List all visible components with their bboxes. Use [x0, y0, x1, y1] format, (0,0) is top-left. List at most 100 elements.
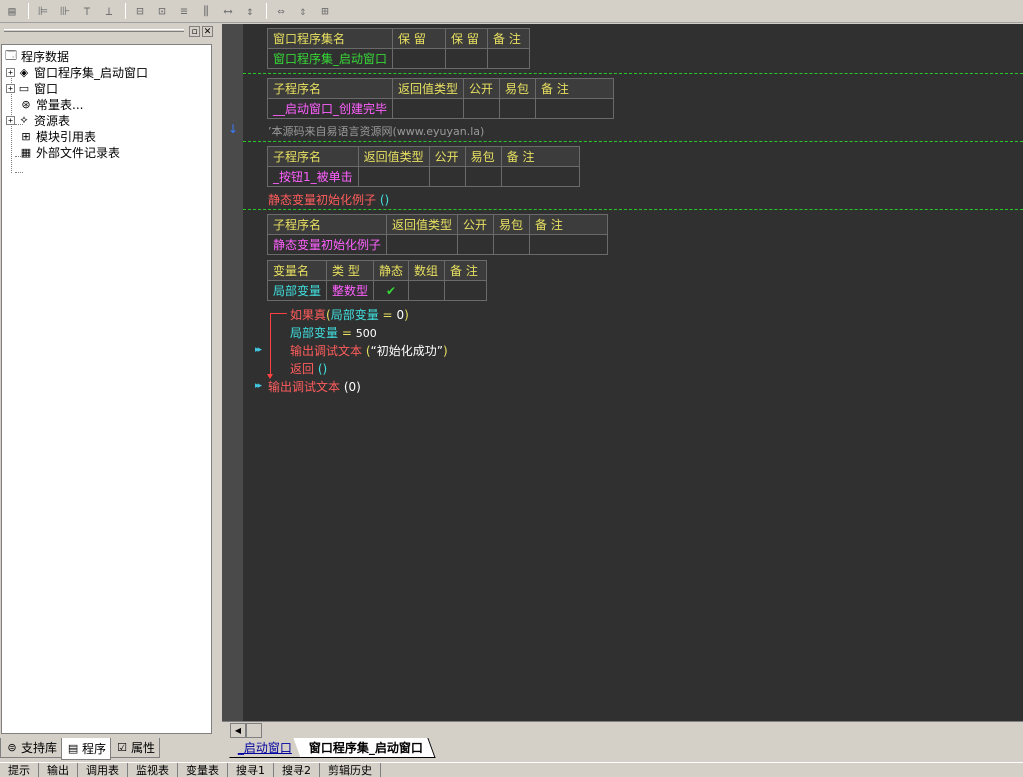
fit-width-icon[interactable]: ⇔	[271, 2, 291, 20]
tab-clip-history[interactable]: 剪辑历史	[320, 763, 381, 777]
center-vertical-icon[interactable]: ⊡	[152, 2, 172, 20]
table-header: 返回值类型	[386, 214, 459, 235]
toolbar: ▤ ⊫ ⊪ ⊤ ⊥ ⊟ ⊡ ≡ ⫼ ⟷ ↕ ⇔ ⇕ ⊞	[0, 0, 1023, 23]
tab-watch-table[interactable]: 监视表	[128, 763, 178, 777]
debug-func-name: 输出调试文本	[268, 380, 341, 394]
table-cell[interactable]	[457, 234, 495, 255]
program-icon: ▤	[67, 742, 79, 755]
fit-both-icon[interactable]: ⊞	[315, 2, 335, 20]
var-name-cell[interactable]: 局部变量	[266, 280, 328, 301]
horizontal-scrollbar[interactable]: ◀	[222, 721, 1023, 738]
align-right-icon[interactable]: ⊪	[55, 2, 75, 20]
tab-variable-table[interactable]: 变量表	[178, 763, 228, 777]
tab-window-assembly[interactable]: 窗口程序集_启动窗口	[293, 738, 436, 758]
breakpoint-marker-icon[interactable]: ▸▸	[255, 345, 262, 355]
table-cell[interactable]	[529, 234, 609, 255]
align-left-icon[interactable]: ⊫	[33, 2, 53, 20]
tree-item-module-ref[interactable]: ⊞ 模块引用表	[19, 128, 96, 144]
table-cell[interactable]	[464, 166, 502, 187]
tab-properties[interactable]: ☑ 属性	[110, 738, 161, 758]
table-header: 返回值类型	[392, 78, 465, 99]
fit-height-icon[interactable]: ⇕	[293, 2, 313, 20]
minimize-icon[interactable]: ▫	[189, 26, 200, 37]
tree-item-program-data[interactable]: 🗔 程序数据	[4, 48, 69, 64]
tab-search2[interactable]: 搜寻2	[274, 763, 320, 777]
static-checkmark-icon[interactable]: ✔	[373, 280, 410, 301]
sub-separator	[243, 73, 1023, 74]
table-cell[interactable]	[386, 234, 459, 255]
assembly-name-cell[interactable]: 窗口程序集_启动窗口	[266, 48, 394, 69]
align-bottom-icon[interactable]: ⊥	[99, 2, 119, 20]
debug-output-line[interactable]: 输出调试文本 (“初始化成功”)	[290, 342, 448, 359]
call-statement-line[interactable]: 静态变量初始化例子 ()	[268, 191, 389, 208]
debug-output-line-2[interactable]: 输出调试文本 (0)	[268, 378, 361, 395]
table-cell[interactable]	[493, 234, 531, 255]
sub-name-cell[interactable]: _按钮1_被单击	[267, 166, 359, 187]
var-type-cell[interactable]: 整数型	[326, 280, 375, 301]
tab-search1[interactable]: 搜寻1	[228, 763, 274, 777]
tree-item-resources[interactable]: + ⟡ 资源表	[6, 112, 70, 128]
tab-label: 程序	[82, 742, 107, 756]
code-editor[interactable]: ↓ 窗口程序集名 保 留 保 留 备 注 窗口程序集_启动窗口 子程序名 返回值…	[222, 24, 1023, 721]
center-horizontal-icon[interactable]: ⊟	[130, 2, 150, 20]
sub-name-cell[interactable]: 静态变量初始化例子	[266, 234, 388, 255]
tab-call-table[interactable]: 调用表	[78, 763, 128, 777]
table-header: 备 注	[535, 78, 615, 99]
layout-icon[interactable]: ▤	[2, 2, 22, 20]
assign-statement-line[interactable]: 局部变量 = 500	[290, 324, 377, 341]
table-header: 易包	[493, 214, 531, 235]
tree-item-external-files[interactable]: ▦ 外部文件记录表	[19, 144, 120, 160]
table-cell[interactable]	[487, 48, 531, 69]
expand-icon[interactable]: +	[6, 83, 15, 93]
tab-output[interactable]: 输出	[39, 763, 78, 777]
tab-hint[interactable]: 提示	[0, 763, 39, 777]
tab-start-window[interactable]: _启动窗口	[222, 738, 305, 758]
scroll-left-icon[interactable]: ◀	[230, 723, 246, 738]
align-top-icon[interactable]: ⊤	[77, 2, 97, 20]
table-cell[interactable]	[392, 48, 447, 69]
left-panel: ▫ ✕ 🗔 程序数据 + ◈ 窗口程序集_启动窗口 + ▭ 窗口 ⊛ 常量表..…	[0, 24, 216, 738]
table-cell[interactable]	[500, 166, 580, 187]
space-equal-icon[interactable]: ≡	[174, 2, 194, 20]
file-tabs: _启动窗口 窗口程序集_启动窗口	[222, 738, 1023, 760]
table-cell[interactable]	[499, 98, 537, 119]
tab-label: _启动窗口	[237, 741, 292, 755]
panel-grip[interactable]	[4, 29, 184, 32]
height-icon[interactable]: ↕	[240, 2, 260, 20]
scroll-thumb[interactable]	[246, 723, 262, 738]
table-cell[interactable]	[428, 166, 466, 187]
comment-line[interactable]: ’本源码来自易语言资源网(www.eyuyan.la)	[268, 123, 484, 139]
call-args: ()	[379, 193, 390, 207]
expand-icon[interactable]: +	[6, 67, 15, 77]
expand-icon[interactable]: +	[6, 115, 15, 125]
window-icon: ▭	[18, 81, 30, 95]
table-cell[interactable]	[392, 98, 465, 119]
space-between-icon[interactable]: ⫼	[196, 2, 216, 20]
if-value: 0	[396, 308, 405, 322]
if-keyword: 如果真	[290, 308, 327, 322]
breakpoint-marker-icon[interactable]: ▸▸	[255, 381, 262, 391]
editor-gutter: ↓	[222, 24, 243, 721]
table-cell[interactable]	[357, 166, 430, 187]
table-header: 子程序名	[266, 214, 388, 235]
sub-table-button-click: 子程序名 返回值类型 公开 易包 备 注 _按钮1_被单击	[267, 146, 580, 187]
return-statement-line[interactable]: 返回 ()	[290, 360, 327, 377]
width-icon[interactable]: ⟷	[218, 2, 238, 20]
tree-item-window[interactable]: + ▭ 窗口	[6, 80, 58, 96]
close-icon[interactable]: ✕	[202, 26, 213, 37]
table-cell[interactable]	[463, 98, 501, 119]
tab-program[interactable]: ▤ 程序	[61, 738, 112, 760]
library-icon: ⊜	[7, 741, 17, 754]
assign-var: 局部变量	[290, 326, 339, 340]
tree-item-assembly[interactable]: + ◈ 窗口程序集_启动窗口	[6, 64, 148, 80]
table-cell[interactable]	[408, 280, 446, 301]
program-tree: 🗔 程序数据 + ◈ 窗口程序集_启动窗口 + ▭ 窗口 ⊛ 常量表... + …	[1, 44, 212, 734]
tree-item-constants[interactable]: ⊛ 常量表...	[19, 96, 83, 112]
sub-name-cell[interactable]: __启动窗口_创建完毕	[266, 98, 394, 119]
if-statement-line[interactable]: 如果真(局部变量 = 0)	[290, 306, 409, 323]
table-cell[interactable]	[444, 280, 488, 301]
table-cell[interactable]	[445, 48, 489, 69]
tab-support-library[interactable]: ⊜ 支持库	[0, 738, 63, 758]
debug-func-name: 输出调试文本	[290, 344, 363, 358]
table-cell[interactable]	[535, 98, 615, 119]
